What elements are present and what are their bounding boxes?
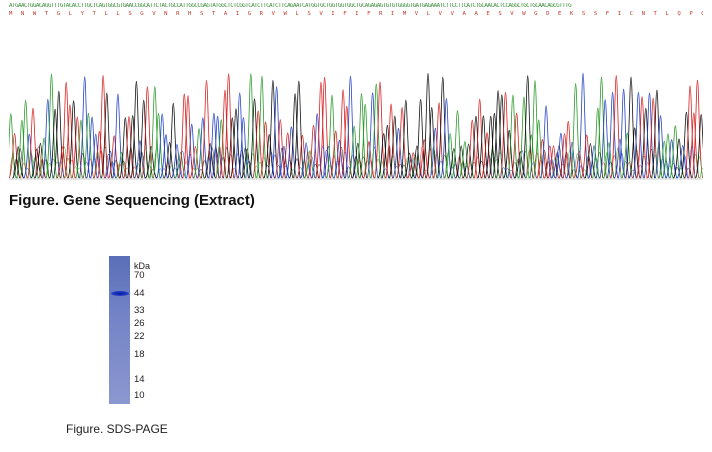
sequencing-chromatogram: [9, 72, 703, 180]
marker-70: 70: [134, 270, 145, 281]
chromatogram-minor-peak: [422, 169, 430, 179]
chromatogram-minor-peak: [426, 148, 434, 179]
amino-acid-sequence: M N W T G L Y T L L S G V N R H S T A I …: [9, 11, 703, 17]
chromatogram-minor-peak: [149, 169, 157, 179]
chromatogram-minor-peak: [655, 144, 662, 179]
marker-14: 14: [134, 374, 145, 385]
sds-page-caption: Figure. SDS-PAGE: [66, 422, 168, 436]
chromatogram-minor-peak: [349, 154, 356, 179]
nucleotide-sequence: ATGAACTGGACAGGTTTGTACACCTTGCTCAGTGGCGTGA…: [9, 3, 572, 9]
chromatogram-peak: [628, 127, 641, 179]
marker-44: 44: [134, 288, 145, 299]
protein-band: [111, 291, 129, 296]
chromatogram-minor-peak: [9, 155, 16, 179]
gene-sequencing-title: Figure. Gene Sequencing (Extract): [9, 192, 255, 209]
sds-page-gel-lane: [109, 256, 130, 404]
marker-26: 26: [134, 318, 145, 329]
chromatogram-minor-peak: [212, 147, 219, 179]
marker-10: 10: [134, 390, 145, 401]
marker-33: 33: [134, 305, 145, 316]
marker-18: 18: [134, 349, 145, 360]
marker-22: 22: [134, 331, 145, 342]
